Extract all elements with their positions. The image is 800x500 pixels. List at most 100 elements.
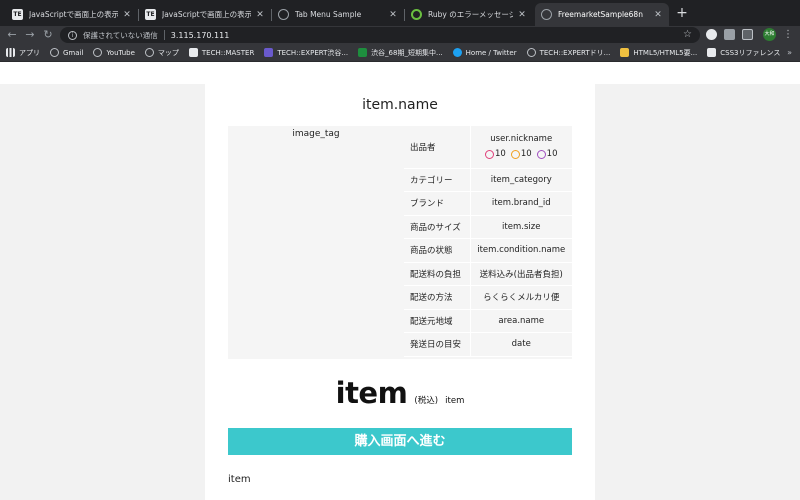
item-image-placeholder: image_tag <box>292 129 340 139</box>
close-icon[interactable]: ✕ <box>255 10 265 20</box>
te-favicon-icon: TE <box>145 9 156 20</box>
row-value: 送料込み(出品者負担) <box>470 262 572 286</box>
row-value: item_category <box>470 168 572 192</box>
sheets-icon <box>358 48 368 57</box>
bookmark-label: YouTube <box>106 48 135 57</box>
more-bookmarks-icon[interactable]: » <box>787 44 792 62</box>
bookmark-techexpert-drill[interactable]: TECH::EXPERTドリ... <box>526 48 611 58</box>
page-header-area <box>0 62 800 84</box>
extension-icon[interactable] <box>724 29 735 40</box>
table-row: 商品の状態 item.condition.name <box>404 238 572 263</box>
security-status: 保護されていない通信 <box>83 30 158 40</box>
row-key: 配送の方法 <box>404 285 471 310</box>
table-row: 配送料の負担 送料込み(出品者負担) <box>404 262 572 286</box>
item-detail-panel: image_tag 出品者 user.nickname 10 10 10 カテゴ… <box>228 126 572 359</box>
bookmark-gmail[interactable]: Gmail <box>50 48 83 57</box>
table-row: 発送日の目安 date <box>404 332 572 357</box>
browser-tab[interactable]: TE JavaScriptで画面上の表示を変え ✕ <box>6 3 138 26</box>
ruby-favicon-icon <box>411 9 422 20</box>
row-key: 発送日の目安 <box>404 332 471 357</box>
bookmark-twitter[interactable]: Home / Twitter <box>452 48 517 57</box>
browser-tab-active[interactable]: FreemarketSample68n ✕ <box>535 3 669 26</box>
tab-title: JavaScriptで画面上の表示を変え <box>162 10 251 19</box>
bookmark-label: マップ <box>157 48 179 57</box>
item-info-table: 出品者 user.nickname 10 10 10 カテゴリー item_cat… <box>404 126 572 357</box>
bookmarks-bar: アプリ Gmail YouTube マップ TECH::MASTER TECH:… <box>0 44 800 62</box>
seller-name[interactable]: user.nickname <box>471 134 573 144</box>
smile-face-icon <box>485 149 494 159</box>
seller-cell: user.nickname 10 10 10 <box>470 126 573 169</box>
rating-count: 10 <box>520 149 532 160</box>
bookmark-label: TECH::MASTER <box>201 48 255 57</box>
profile-avatar[interactable]: 大和 <box>763 28 776 41</box>
browser-tab[interactable]: TE JavaScriptで画面上の表示を変え ✕ <box>139 3 271 26</box>
bookmark-css3[interactable]: CSS3リファレンス <box>707 48 780 58</box>
tm-logo-icon <box>188 48 198 57</box>
bookmark-html5[interactable]: HTML5/HTML5要... <box>620 48 697 58</box>
tab-title: JavaScriptで画面上の表示を変え <box>29 10 118 19</box>
rating-good: 10 <box>485 149 506 159</box>
globe-icon <box>541 9 552 20</box>
row-value: item.brand_id <box>470 191 572 216</box>
globe-icon <box>526 48 536 57</box>
item-detail-container: item.name image_tag 出品者 user.nickname 10… <box>205 84 595 500</box>
tab-title: Ruby のエラーメッセージを読み解 <box>428 10 513 19</box>
close-icon[interactable]: ✕ <box>653 10 663 20</box>
css3-icon <box>707 48 717 57</box>
bookmark-label: Gmail <box>63 48 84 57</box>
tax-suffix: item <box>445 396 465 406</box>
close-icon[interactable]: ✕ <box>517 10 527 20</box>
seller-ratings: 10 10 10 <box>471 149 573 159</box>
bookmark-label: CSS3リファレンス <box>720 48 781 57</box>
row-key: 配送元地域 <box>404 309 471 333</box>
extension-icon[interactable] <box>706 29 717 40</box>
bookmark-apps[interactable]: アプリ <box>6 48 40 58</box>
item-description: item <box>228 474 251 485</box>
url-text[interactable]: 3.115.170.111 <box>171 31 230 40</box>
reload-icon[interactable]: ↻ <box>40 27 56 43</box>
bookmark-maps[interactable]: マップ <box>144 48 179 58</box>
browser-tab[interactable]: Tab Menu Sample ✕ <box>272 3 404 26</box>
row-key: 配送料の負担 <box>404 262 471 286</box>
globe-icon <box>93 48 103 57</box>
row-value: item.condition.name <box>470 238 572 263</box>
table-row: 商品のサイズ item.size <box>404 215 572 239</box>
bookmark-label: TECH::EXPERTドリ... <box>539 48 611 57</box>
purchase-button[interactable]: 購入画面へ進む <box>228 428 572 455</box>
twitter-icon <box>452 48 462 57</box>
rating-count: 10 <box>546 149 558 160</box>
row-key: 出品者 <box>404 126 471 169</box>
bookmark-label: Home / Twitter <box>465 48 517 57</box>
row-key: カテゴリー <box>404 168 471 192</box>
browser-toolbar: ← → ↻ i 保護されていない通信 3.115.170.111 ☆ 大和 ⋮ <box>0 26 800 44</box>
table-row: カテゴリー item_category <box>404 168 572 192</box>
apps-grid-icon <box>6 48 15 57</box>
tab-title: Tab Menu Sample <box>295 10 362 19</box>
close-icon[interactable]: ✕ <box>122 10 132 20</box>
table-row: 配送元地域 area.name <box>404 309 572 333</box>
info-icon[interactable]: i <box>68 30 77 40</box>
table-row: ブランド item.brand_id <box>404 191 572 216</box>
address-bar[interactable]: i 保護されていない通信 3.115.170.111 ☆ <box>60 27 700 43</box>
back-arrow-icon[interactable]: ← <box>4 27 20 43</box>
browser-tab[interactable]: Ruby のエラーメッセージを読み解 ✕ <box>405 3 533 26</box>
extension-icon[interactable] <box>742 29 753 40</box>
bookmark-star-icon[interactable]: ☆ <box>683 27 692 43</box>
table-row: 出品者 user.nickname 10 10 10 <box>404 126 573 169</box>
bookmark-label: 渋谷_68期_短期集中... <box>371 48 443 57</box>
tab-strip: TE JavaScriptで画面上の表示を変え ✕ TE JavaScriptで… <box>0 0 800 26</box>
row-value: date <box>470 332 572 357</box>
rating-normal: 10 <box>510 149 532 160</box>
rating-count: 10 <box>495 149 506 160</box>
close-icon[interactable]: ✕ <box>388 10 398 20</box>
bookmark-label: HTML5/HTML5要... <box>633 48 698 57</box>
forward-arrow-icon[interactable]: → <box>22 27 38 43</box>
te-logo-icon <box>264 48 274 57</box>
bookmark-techexpert-shibuya[interactable]: TECH::EXPERT渋谷... <box>264 48 348 58</box>
bookmark-techmaster[interactable]: TECH::MASTER <box>188 48 255 57</box>
bookmark-label: TECH::EXPERT渋谷... <box>277 48 349 57</box>
bookmark-youtube[interactable]: YouTube <box>93 48 135 57</box>
new-tab-button[interactable]: + <box>674 5 690 21</box>
menu-dots-icon[interactable]: ⋮ <box>783 27 793 43</box>
bookmark-sheets[interactable]: 渋谷_68期_短期集中... <box>358 48 443 58</box>
